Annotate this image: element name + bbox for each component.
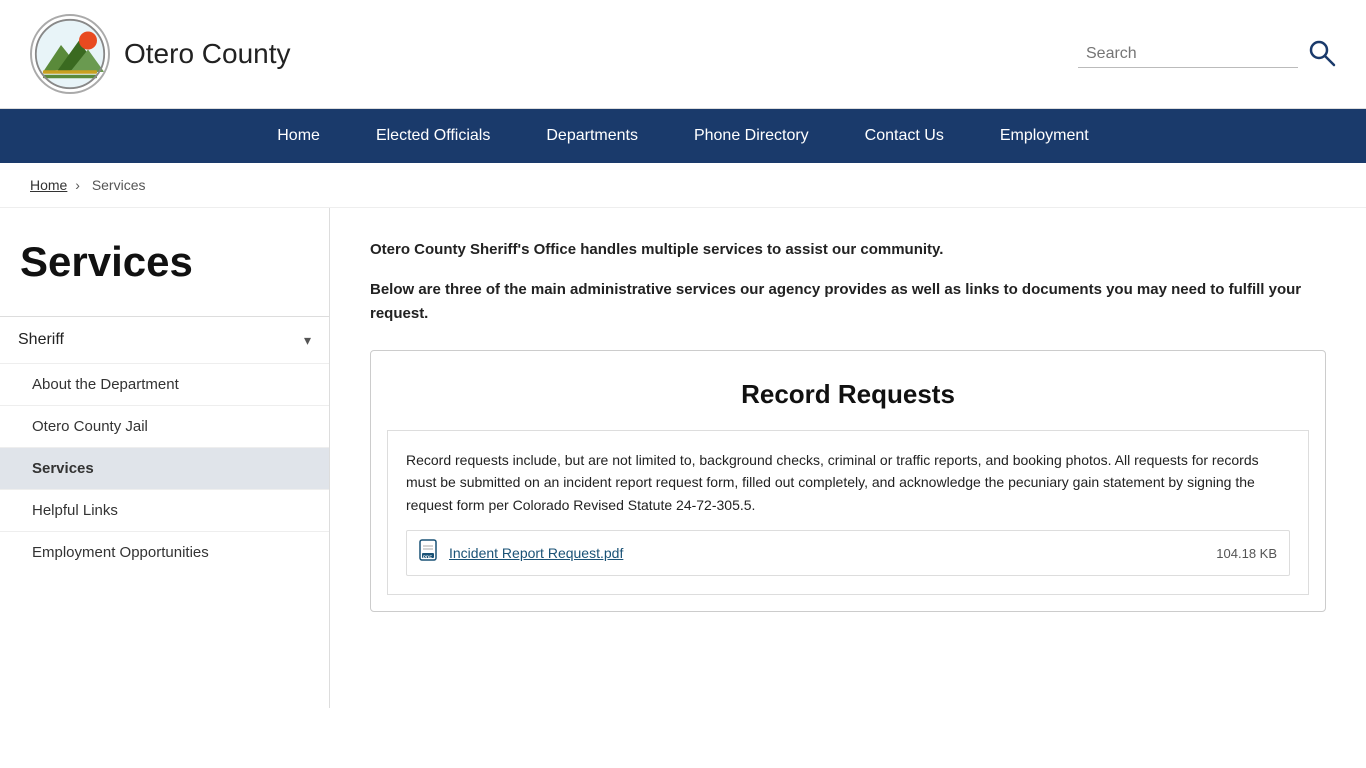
header: Otero County xyxy=(0,0,1366,109)
sidebar: Services Sheriff ▾ About the Department … xyxy=(0,208,330,708)
breadcrumb-home[interactable]: Home xyxy=(30,177,67,193)
nav-item-employment[interactable]: Employment xyxy=(972,109,1117,163)
search-input[interactable] xyxy=(1078,41,1298,68)
nav-item-phone-directory[interactable]: Phone Directory xyxy=(666,109,837,163)
sidebar-item-jail[interactable]: Otero County Jail xyxy=(0,405,329,447)
search-area xyxy=(1078,39,1336,70)
nav-item-contact-us[interactable]: Contact Us xyxy=(837,109,972,163)
main-layout: Services Sheriff ▾ About the Department … xyxy=(0,208,1366,708)
card-title: Record Requests xyxy=(371,351,1325,430)
intro-text-2: Below are three of the main administrati… xyxy=(370,281,1301,322)
sidebar-item-services[interactable]: Services xyxy=(0,447,329,489)
record-requests-card: Record Requests Record requests include,… xyxy=(370,350,1326,612)
nav-item-home[interactable]: Home xyxy=(249,109,348,163)
file-link[interactable]: Incident Report Request.pdf xyxy=(449,545,623,561)
svg-text:PDF: PDF xyxy=(423,555,432,560)
pdf-file-icon: PDF xyxy=(419,539,441,567)
file-row: PDF Incident Report Request.pdf 104.18 K… xyxy=(406,530,1290,576)
content-area: Otero County Sheriff's Office handles mu… xyxy=(330,208,1366,708)
sidebar-section-label: Sheriff xyxy=(18,331,64,349)
nav-bar: Home Elected Officials Departments Phone… xyxy=(0,109,1366,163)
nav-item-departments[interactable]: Departments xyxy=(518,109,666,163)
sidebar-title: Services xyxy=(0,218,329,316)
search-button[interactable] xyxy=(1308,39,1336,70)
card-text: Record requests include, but are not lim… xyxy=(406,449,1290,516)
sidebar-item-employment-opportunities[interactable]: Employment Opportunities xyxy=(0,531,329,573)
search-icon xyxy=(1308,39,1336,67)
logo-area: Otero County xyxy=(30,14,291,94)
nav-item-elected-officials[interactable]: Elected Officials xyxy=(348,109,518,163)
site-title: Otero County xyxy=(124,38,291,70)
sidebar-item-helpful-links[interactable]: Helpful Links xyxy=(0,489,329,531)
file-size: 104.18 KB xyxy=(1216,546,1277,561)
logo-circle xyxy=(30,14,110,94)
intro-text-1: Otero County Sheriff's Office handles mu… xyxy=(370,241,943,258)
chevron-down-icon: ▾ xyxy=(304,332,311,349)
sidebar-section-sheriff[interactable]: Sheriff ▾ xyxy=(0,316,329,363)
card-inner: Record requests include, but are not lim… xyxy=(387,430,1309,595)
breadcrumb-current: Services xyxy=(92,177,146,193)
intro-paragraph-1: Otero County Sheriff's Office handles mu… xyxy=(370,238,1326,262)
sidebar-item-about[interactable]: About the Department xyxy=(0,363,329,405)
file-left: PDF Incident Report Request.pdf xyxy=(419,539,623,567)
breadcrumb-separator: › xyxy=(75,177,80,193)
breadcrumb: Home › Services xyxy=(0,163,1366,208)
intro-paragraph-2: Below are three of the main administrati… xyxy=(370,278,1326,326)
logo-svg xyxy=(34,18,106,90)
